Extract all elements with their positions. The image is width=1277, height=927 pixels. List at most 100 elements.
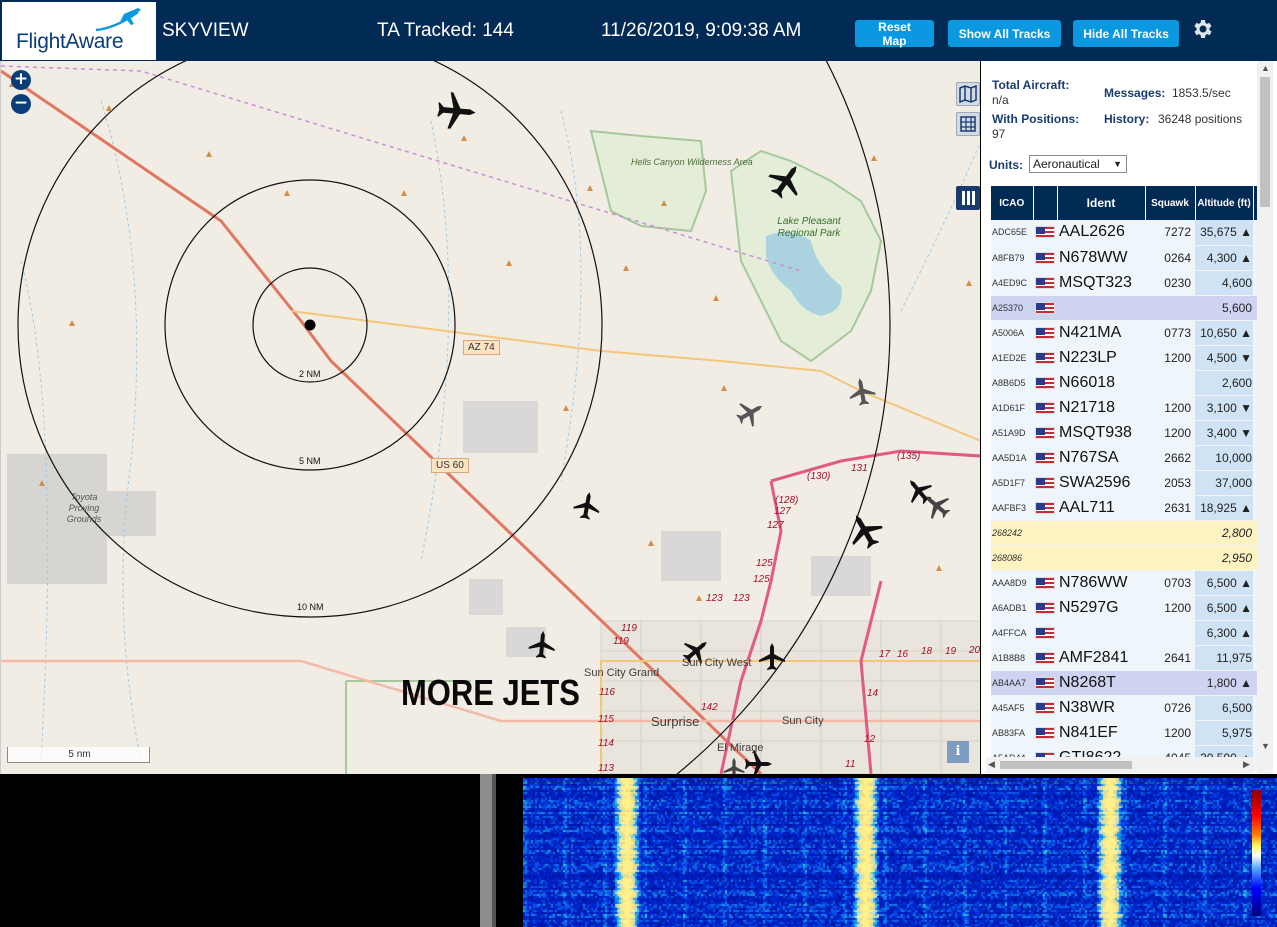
scroll-up-icon[interactable]: ▲: [1261, 63, 1270, 73]
airplane-icon: [436, 91, 478, 131]
map-layers-button[interactable]: [956, 82, 980, 106]
cell-icao: 268242: [991, 520, 1033, 546]
flightaware-logo[interactable]: FlightAware: [2, 2, 156, 60]
col-flag[interactable]: [1033, 186, 1058, 220]
table-row[interactable]: A25370 5,600: [991, 295, 1258, 321]
cell-squawk: 0773: [1145, 320, 1195, 346]
spectrum-panel: [0, 774, 1277, 927]
cell-flag: [1033, 495, 1057, 521]
grid-toggle-button[interactable]: [956, 112, 980, 136]
table-row[interactable]: A5006A N421MA 0773 10,650 ▲: [991, 320, 1258, 346]
vertical-scroll-thumb[interactable]: [1260, 77, 1270, 207]
road-number: (128): [775, 495, 799, 506]
sidebar-toggle-button[interactable]: [956, 186, 980, 210]
show-all-tracks-button[interactable]: Show All Tracks: [948, 20, 1061, 47]
cell-altitude: 11,975: [1195, 645, 1253, 671]
road-number: 17: [879, 649, 891, 660]
info-button[interactable]: i: [947, 741, 969, 763]
urban-block: [463, 401, 538, 453]
map-canvas[interactable]: [1, 61, 980, 774]
cell-ident: N786WW: [1057, 570, 1145, 596]
cell-icao: 268086: [991, 545, 1033, 571]
units-select[interactable]: Aeronautical ▼: [1029, 155, 1127, 173]
panel-divider[interactable]: [480, 774, 492, 927]
cell-flag: [1033, 270, 1057, 296]
cell-flag: [1033, 395, 1057, 421]
cell-squawk: 2641: [1145, 645, 1195, 671]
us-flag-icon: [1035, 451, 1055, 464]
table-row[interactable]: AAFBF3 AAL711 2631 18,925 ▲: [991, 495, 1258, 521]
hide-all-tracks-button[interactable]: Hide All Tracks: [1073, 20, 1179, 47]
cell-flag: [1033, 695, 1057, 721]
cell-icao: A6ADB1: [991, 595, 1033, 621]
clock-display: 11/26/2019, 9:09:38 AM: [601, 20, 802, 41]
us-flag-icon: [1035, 651, 1055, 664]
scroll-right-icon[interactable]: ▶: [1243, 759, 1250, 770]
table-row[interactable]: A5D1F7 SWA2596 2053 37,000: [991, 470, 1258, 496]
scale-label: 5 nm: [68, 749, 91, 760]
map-view[interactable]: Hells Canyon Wilderness Area Lake Pleasa…: [0, 61, 980, 774]
zoom-out-button[interactable]: −: [11, 94, 31, 114]
tracked-count: TA Tracked: 144: [377, 20, 514, 41]
road-number: 11: [845, 759, 856, 770]
road-number: 19: [945, 646, 957, 657]
cell-ident: MSQT323: [1057, 270, 1145, 296]
table-row[interactable]: A45AF5 N38WR 0726 6,500: [991, 695, 1258, 721]
cell-flag: [1033, 220, 1057, 246]
ring-label-10nm: 10 NM: [297, 602, 324, 612]
zoom-in-button[interactable]: +: [11, 70, 31, 90]
with-positions-label: With Positions:: [992, 112, 1080, 126]
road-number: 116: [599, 687, 615, 698]
table-row[interactable]: A1B8B8 AMF2841 2641 11,975: [991, 645, 1258, 671]
scroll-left-icon[interactable]: ◀: [988, 759, 995, 770]
table-row[interactable]: A4ED9C MSQT323 0230 4,600: [991, 270, 1258, 296]
table-row[interactable]: A1ED2E N223LP 1200 4,500 ▼: [991, 345, 1258, 371]
table-row[interactable]: AAA8D9 N786WW 0703 6,500 ▲: [991, 570, 1258, 596]
road-number: 125: [756, 558, 773, 569]
cell-icao: A5006A: [991, 320, 1033, 346]
scroll-down-icon[interactable]: ▼: [1261, 741, 1270, 751]
cell-altitude: 3,400 ▼: [1195, 420, 1253, 446]
cell-icao: AA5D1A: [991, 445, 1033, 471]
road-number: 14: [867, 688, 879, 699]
horizontal-scroll-thumb[interactable]: [1000, 761, 1132, 769]
col-icao[interactable]: ICAO: [991, 186, 1034, 220]
table-row[interactable]: AB4AA7 N8268T 1,800 ▲: [991, 670, 1258, 696]
col-ident[interactable]: Ident: [1057, 186, 1146, 220]
aircraft-table: ICAO Ident Squawk Altitude (ft) ADC65E AA…: [991, 186, 1259, 771]
table-row[interactable]: AA5D1A N767SA 2662 10,000: [991, 445, 1258, 471]
table-row[interactable]: 268086 2,950: [991, 545, 1258, 571]
cell-icao: A1B8B8: [991, 645, 1033, 671]
panel-divider-shadow: [492, 774, 496, 927]
table-row[interactable]: A51A9D MSQT938 1200 3,400 ▼: [991, 420, 1258, 446]
cell-ident: MSQT938: [1057, 420, 1145, 446]
reset-map-button[interactable]: Reset Map: [855, 20, 934, 48]
logo-text: FlightAware: [16, 30, 124, 53]
table-row[interactable]: A6ADB1 N5297G 1200 6,500 ▲: [991, 595, 1258, 621]
road-number: 114: [598, 738, 614, 749]
cell-ident: AMF2841: [1057, 645, 1145, 671]
ring-label-2nm: 2 NM: [299, 369, 321, 379]
road-number: 16: [897, 649, 909, 660]
col-squawk[interactable]: Squawk: [1145, 186, 1196, 220]
table-row[interactable]: A8B6D5 N66018 2,600: [991, 370, 1258, 396]
us-flag-icon: [1035, 351, 1055, 364]
gear-icon[interactable]: [1190, 17, 1214, 41]
table-row[interactable]: AB83FA N841EF 1200 5,975: [991, 720, 1258, 746]
cell-icao: A1D61F: [991, 395, 1033, 421]
horizontal-scrollbar[interactable]: ◀ ▶: [986, 757, 1254, 773]
cell-squawk: 1200: [1145, 345, 1195, 371]
col-altitude[interactable]: Altitude (ft): [1195, 186, 1254, 220]
table-row[interactable]: A4FFCA 6,300 ▲: [991, 620, 1258, 646]
table-row[interactable]: 268242 2,800: [991, 520, 1258, 546]
table-row[interactable]: A1D61F N21718 1200 3,100 ▼: [991, 395, 1258, 421]
cell-ident: N5297G: [1057, 595, 1145, 621]
road-number: 127: [774, 506, 791, 517]
vertical-scrollbar[interactable]: ▲ ▼: [1257, 61, 1273, 774]
cell-squawk: 2631: [1145, 495, 1195, 521]
cell-icao: A8FB79: [991, 245, 1033, 271]
us-flag-icon: [1035, 376, 1055, 389]
table-row[interactable]: A8FB79 N678WW 0264 4,300 ▲: [991, 245, 1258, 271]
table-row[interactable]: ADC65E AAL2626 7272 35,675 ▲: [991, 220, 1258, 246]
scale-bar: 5 nm: [7, 747, 150, 763]
